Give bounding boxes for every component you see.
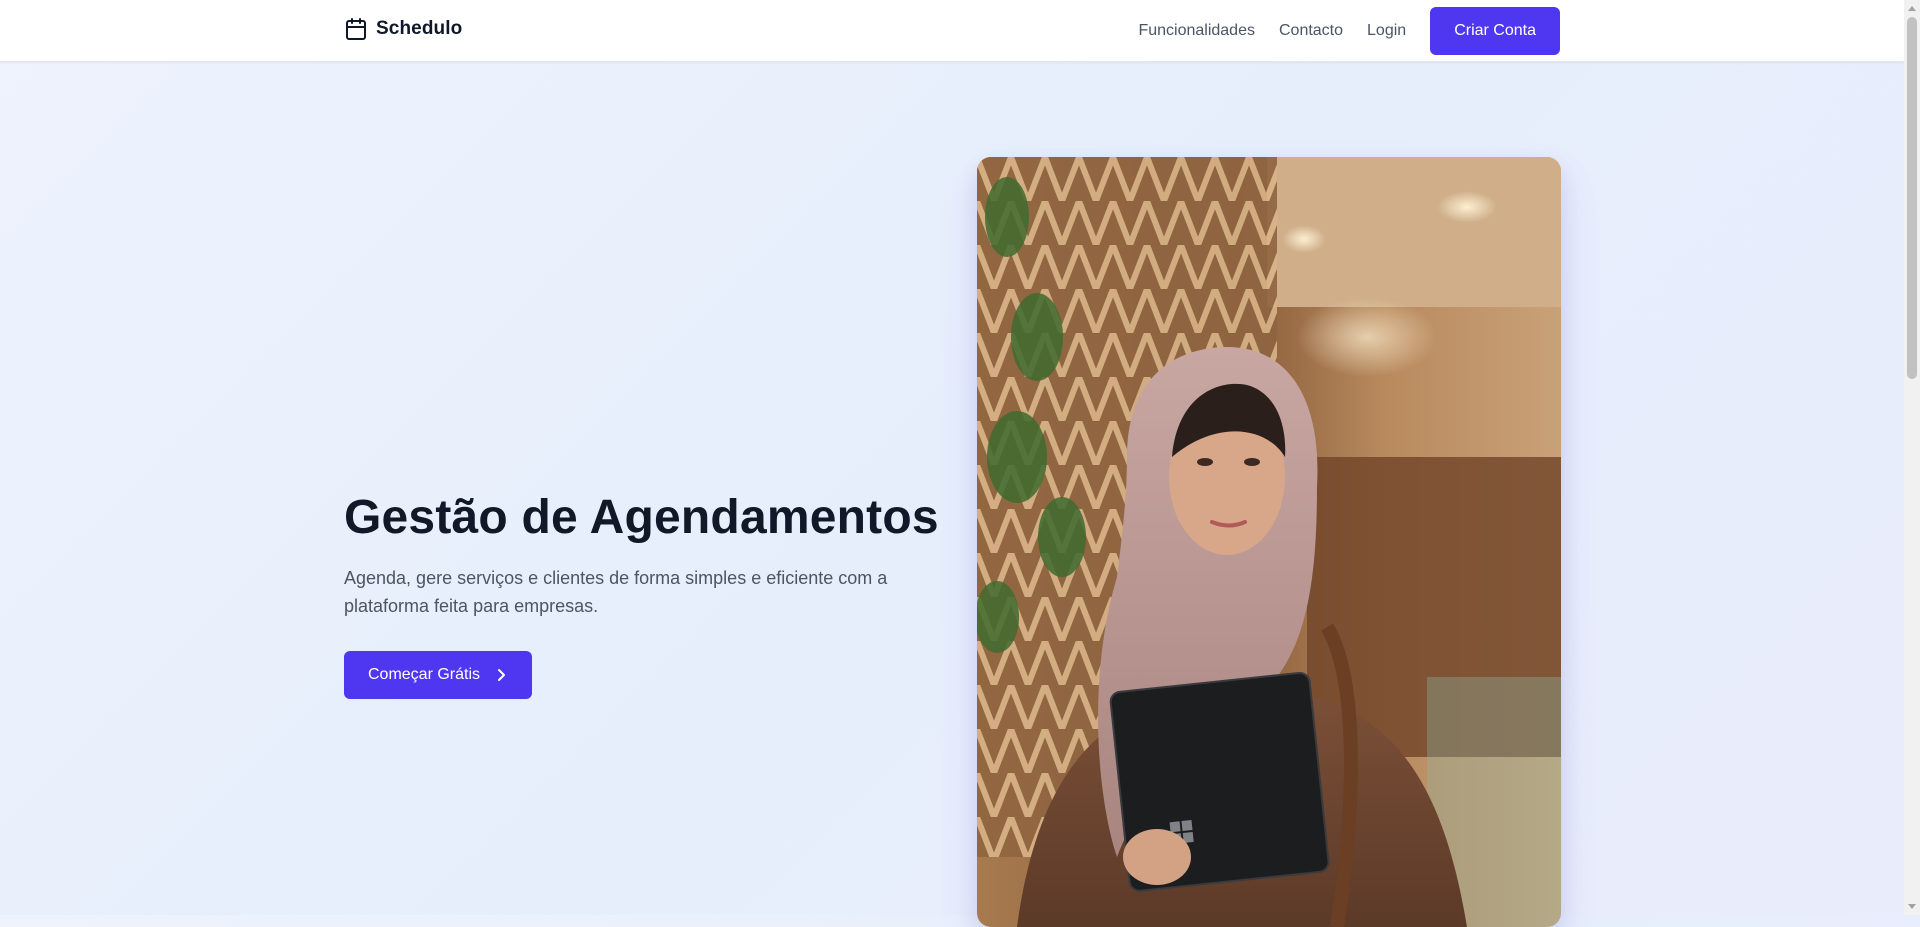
scroll-up-icon[interactable]: [1908, 6, 1916, 11]
vertical-scrollbar[interactable]: [1904, 0, 1920, 915]
brand-logo[interactable]: Schedulo: [344, 17, 462, 41]
start-free-label: Começar Grátis: [368, 666, 481, 683]
hero-subtitle: Agenda, gere serviços e clientes de form…: [344, 568, 888, 616]
brand-name: Schedulo: [376, 18, 463, 39]
start-free-button[interactable]: Começar Grátis: [344, 651, 533, 699]
hero-title: Gestão de Agendamentos: [344, 491, 939, 544]
nav-link-funcionalidades[interactable]: Funcionalidades: [1138, 22, 1255, 40]
nav-link-login[interactable]: Login: [1367, 22, 1406, 40]
nav-link-contacto[interactable]: Contacto: [1279, 22, 1343, 40]
create-account-button[interactable]: Criar Conta: [1430, 6, 1560, 55]
hero-image: [977, 157, 1561, 927]
page: Schedulo Funcionalidades Contacto Login …: [0, 0, 1904, 927]
scrollbar-thumb[interactable]: [1907, 17, 1917, 379]
navbar: Schedulo Funcionalidades Contacto Login …: [0, 0, 1904, 62]
nav-links: Funcionalidades Contacto Login Criar Con…: [1138, 0, 1560, 61]
scroll-down-icon[interactable]: [1908, 904, 1916, 909]
chevron-right-icon: [494, 668, 508, 682]
calendar-icon: [344, 17, 368, 41]
